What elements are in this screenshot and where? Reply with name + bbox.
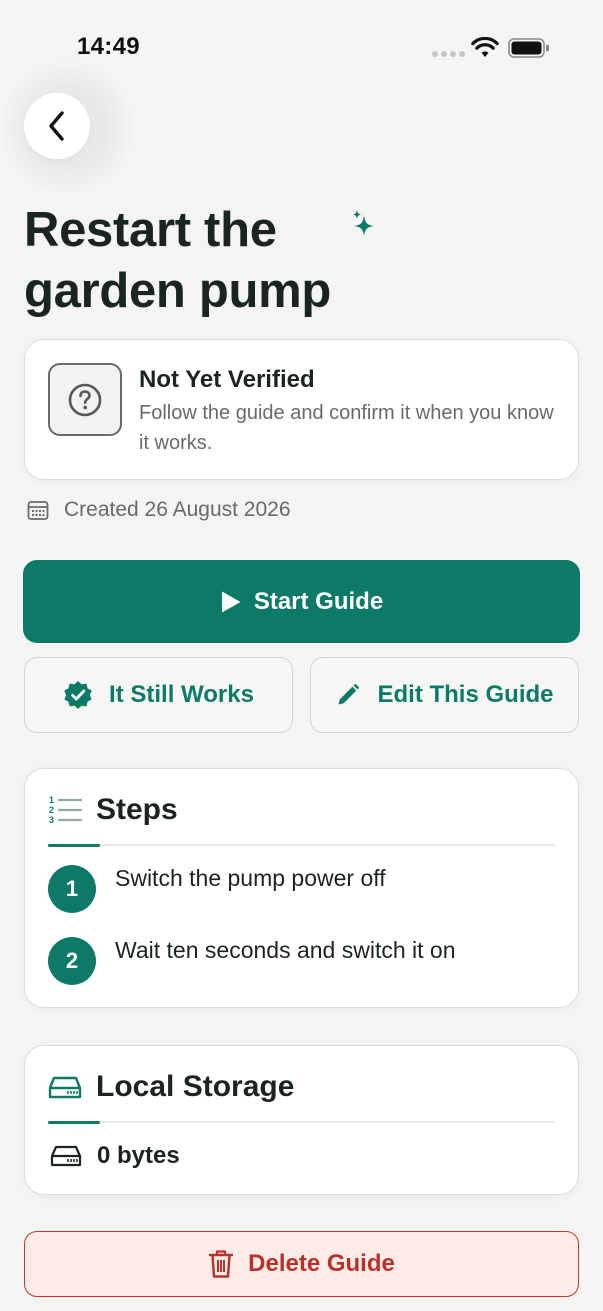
question-circle-icon bbox=[68, 383, 102, 416]
steps-header: 1 2 3 Steps bbox=[48, 793, 178, 827]
step-text: Wait ten seconds and switch it on bbox=[115, 937, 456, 963]
step-number: 2 bbox=[48, 937, 96, 985]
back-button[interactable] bbox=[24, 93, 90, 159]
delete-guide-label: Delete Guide bbox=[248, 1250, 395, 1277]
steps-divider bbox=[48, 844, 555, 847]
question-box bbox=[48, 363, 122, 436]
storage-header: Local Storage bbox=[48, 1070, 294, 1104]
drive-icon bbox=[50, 1145, 82, 1167]
verification-title: Not Yet Verified bbox=[139, 366, 315, 393]
sparkle-icon bbox=[353, 210, 374, 236]
start-guide-button[interactable]: Start Guide bbox=[23, 560, 580, 643]
cellular-signal-icon bbox=[432, 51, 465, 57]
wifi-icon bbox=[471, 37, 499, 57]
step-number: 1 bbox=[48, 865, 96, 913]
verification-status-card: Not Yet Verified Follow the guide and co… bbox=[24, 339, 579, 480]
start-guide-label: Start Guide bbox=[253, 587, 384, 615]
storage-title: Local Storage bbox=[96, 1070, 295, 1103]
steps-title: Steps bbox=[96, 793, 178, 826]
svg-text:2: 2 bbox=[49, 805, 54, 815]
step-item: 2 Wait ten seconds and switch it on bbox=[48, 937, 456, 985]
it-still-works-label: It Still Works bbox=[109, 681, 254, 708]
drive-icon bbox=[48, 1076, 82, 1099]
numbered-list-icon: 1 2 3 bbox=[49, 795, 82, 825]
page-title: Restart the garden pump bbox=[24, 203, 332, 318]
status-time: 14:49 bbox=[77, 33, 140, 60]
step-text: Switch the pump power off bbox=[115, 865, 386, 891]
created-date-row: Created 26 August 2026 bbox=[27, 498, 291, 522]
step-item: 1 Switch the pump power off bbox=[48, 865, 386, 913]
local-storage-card: Local Storage 0 bytes bbox=[24, 1045, 579, 1195]
calendar-icon bbox=[27, 501, 49, 520]
battery-icon bbox=[508, 38, 549, 58]
delete-guide-button[interactable]: Delete Guide bbox=[24, 1231, 579, 1297]
play-icon bbox=[221, 591, 241, 612]
chevron-left-icon bbox=[49, 111, 64, 141]
it-still-works-button[interactable]: It Still Works bbox=[24, 657, 293, 733]
storage-divider bbox=[48, 1121, 555, 1124]
storage-size: 0 bytes bbox=[97, 1142, 180, 1169]
trash-icon bbox=[208, 1250, 234, 1278]
verification-description: Follow the guide and confirm it when you… bbox=[139, 402, 554, 454]
edit-guide-button[interactable]: Edit This Guide bbox=[310, 657, 579, 733]
svg-text:1: 1 bbox=[49, 795, 54, 805]
verified-badge-icon bbox=[64, 681, 92, 709]
svg-text:3: 3 bbox=[49, 815, 54, 825]
pencil-icon bbox=[338, 683, 360, 705]
edit-guide-label: Edit This Guide bbox=[377, 681, 554, 708]
steps-card: 1 2 3 Steps 1 Switch the pump power off … bbox=[24, 768, 579, 1008]
storage-size-row: 0 bytes bbox=[50, 1142, 180, 1170]
created-date: Created 26 August 2026 bbox=[64, 498, 291, 521]
